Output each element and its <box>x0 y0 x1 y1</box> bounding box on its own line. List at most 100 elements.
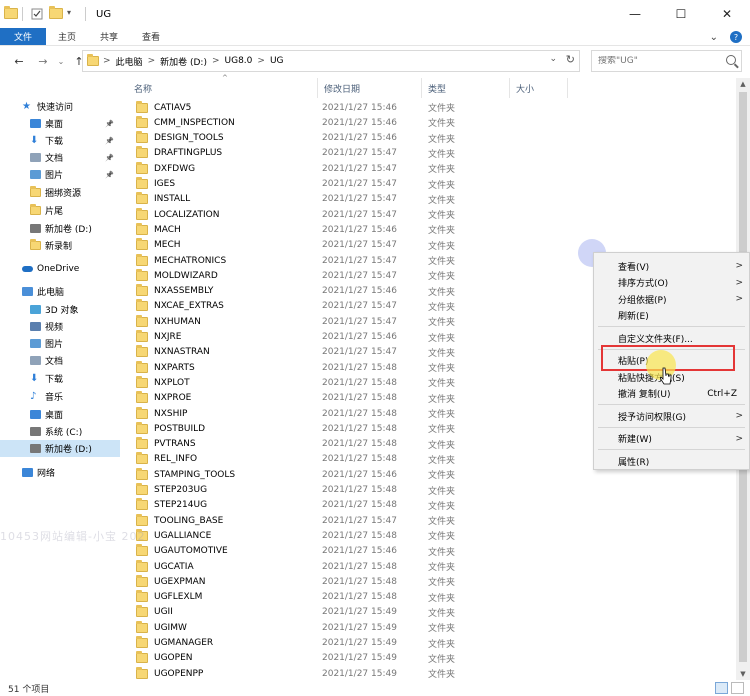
context-menu-item[interactable]: 分组依据(P) > <box>594 291 749 307</box>
context-menu-item[interactable]: 排序方式(O) > <box>594 275 749 291</box>
nav-item[interactable]: 新加卷 (D:) <box>0 220 120 237</box>
refresh-icon[interactable]: ↻ <box>566 53 575 66</box>
file-row[interactable]: DESIGN_TOOLS 2021/1/27 15:46 文件夹 <box>128 131 574 146</box>
nav-item[interactable]: 新录制 <box>0 237 120 254</box>
file-row[interactable]: UGFLEXLM 2021/1/27 15:48 文件夹 <box>128 590 574 605</box>
file-row[interactable]: NXJRE 2021/1/27 15:46 文件夹 <box>128 330 574 345</box>
search-input[interactable] <box>598 56 723 66</box>
nav-item[interactable]: OneDrive <box>0 260 120 277</box>
nav-item[interactable]: 新加卷 (D:) <box>0 440 120 457</box>
tab-file[interactable]: 文件 <box>0 28 47 45</box>
nav-item[interactable]: 网络 <box>0 464 120 481</box>
nav-item[interactable]: 捆绑资源 <box>0 184 120 201</box>
file-row[interactable]: STAMPING_TOOLS 2021/1/27 15:46 文件夹 <box>128 467 574 482</box>
scroll-up-icon[interactable]: ▲ <box>736 80 750 88</box>
column-size[interactable]: 大小 <box>510 78 568 98</box>
nav-item[interactable]: 视频 <box>0 318 120 335</box>
breadcrumb-ug[interactable]: UG <box>270 56 284 66</box>
context-menu-item[interactable]: 撤消 复制(U) Ctrl+Z <box>594 386 749 402</box>
file-row[interactable]: DRAFTINGPLUS 2021/1/27 15:47 文件夹 <box>128 146 574 161</box>
search-box[interactable] <box>591 50 742 72</box>
pin-icon[interactable]: 📌 <box>105 154 114 162</box>
recent-dropdown-icon[interactable]: ⌄ <box>52 57 70 66</box>
quick-access-dropdown-icon[interactable]: ▾ <box>67 8 81 20</box>
context-menu-item[interactable]: 自定义文件夹(F)... <box>594 330 749 346</box>
nav-item[interactable]: 图片 <box>0 335 120 352</box>
address-bar[interactable]: > 此电脑 > 新加卷 (D:) > UG8.0 > UG ⌄ ↻ <box>82 50 580 72</box>
tab-view[interactable]: 查看 <box>130 28 172 45</box>
new-folder-icon[interactable] <box>49 6 63 20</box>
nav-item[interactable]: 图片 📌 <box>0 166 120 183</box>
nav-item[interactable]: 3D 对象 <box>0 301 120 318</box>
nav-item[interactable]: ⬇ 下载 📌 <box>0 132 120 149</box>
forward-arrow-icon[interactable]: → <box>34 55 52 68</box>
nav-item[interactable]: ★ 快速访问 <box>0 98 120 115</box>
maximize-button[interactable]: ☐ <box>658 0 704 28</box>
file-row[interactable]: MOLDWIZARD 2021/1/27 15:47 文件夹 <box>128 268 574 283</box>
file-row[interactable]: MECH 2021/1/27 15:47 文件夹 <box>128 238 574 253</box>
nav-item[interactable]: ♪ 音乐 <box>0 388 120 405</box>
file-row[interactable]: REL_INFO 2021/1/27 15:48 文件夹 <box>128 452 574 467</box>
address-dropdown-icon[interactable]: ⌄ <box>549 54 557 64</box>
nav-item[interactable]: 文档 <box>0 352 120 369</box>
breadcrumb-this-pc[interactable]: 此电脑 <box>116 55 143 68</box>
file-row[interactable]: STEP203UG 2021/1/27 15:48 文件夹 <box>128 483 574 498</box>
file-row[interactable]: MACH 2021/1/27 15:46 文件夹 <box>128 222 574 237</box>
file-row[interactable]: UGAUTOMOTIVE 2021/1/27 15:46 文件夹 <box>128 544 574 559</box>
context-menu-item[interactable]: 属性(R) <box>594 453 749 469</box>
pin-icon[interactable]: 📌 <box>105 120 114 128</box>
context-menu-item[interactable]: 刷新(E) <box>594 308 749 324</box>
breadcrumb-ug80[interactable]: UG8.0 <box>225 56 253 66</box>
column-name[interactable]: 名称 <box>128 78 318 98</box>
file-row[interactable]: POSTBUILD 2021/1/27 15:48 文件夹 <box>128 421 574 436</box>
file-row[interactable]: MECHATRONICS 2021/1/27 15:47 文件夹 <box>128 253 574 268</box>
file-row[interactable]: CMM_INSPECTION 2021/1/27 15:46 文件夹 <box>128 115 574 130</box>
nav-item[interactable]: 桌面 📌 <box>0 115 120 132</box>
pin-icon[interactable]: 📌 <box>105 171 114 179</box>
nav-item[interactable]: 此电脑 <box>0 283 120 300</box>
help-icon[interactable]: ? <box>730 31 742 43</box>
file-row[interactable]: NXASSEMBLY 2021/1/27 15:46 文件夹 <box>128 284 574 299</box>
large-icons-view-icon[interactable] <box>731 682 744 694</box>
expand-ribbon-icon[interactable]: ⌄ <box>710 32 718 43</box>
file-row[interactable]: UGIMW 2021/1/27 15:49 文件夹 <box>128 620 574 635</box>
nav-item[interactable]: 文档 📌 <box>0 149 120 166</box>
file-row[interactable]: UGALLIANCE 2021/1/27 15:48 文件夹 <box>128 528 574 543</box>
file-row[interactable]: NXHUMAN 2021/1/27 15:47 文件夹 <box>128 314 574 329</box>
context-menu-item[interactable]: 查看(V) > <box>594 258 749 274</box>
context-menu-item[interactable]: 新建(W) > <box>594 431 749 447</box>
nav-item[interactable]: ⬇ 下载 <box>0 370 120 387</box>
minimize-button[interactable]: — <box>612 0 658 28</box>
column-type[interactable]: 类型 <box>422 78 510 98</box>
file-row[interactable]: NXCAE_EXTRAS 2021/1/27 15:47 文件夹 <box>128 299 574 314</box>
file-row[interactable]: IGES 2021/1/27 15:47 文件夹 <box>128 177 574 192</box>
file-row[interactable]: UGII 2021/1/27 15:49 文件夹 <box>128 605 574 620</box>
file-row[interactable]: UGOPENPP 2021/1/27 15:49 文件夹 <box>128 666 574 681</box>
file-row[interactable]: TOOLING_BASE 2021/1/27 15:47 文件夹 <box>128 513 574 528</box>
file-row[interactable]: INSTALL 2021/1/27 15:47 文件夹 <box>128 192 574 207</box>
file-row[interactable]: PVTRANS 2021/1/27 15:48 文件夹 <box>128 437 574 452</box>
file-row[interactable]: CATIAV5 2021/1/27 15:46 文件夹 <box>128 100 574 115</box>
back-arrow-icon[interactable]: ← <box>10 55 28 68</box>
tab-home[interactable]: 主页 <box>46 28 88 45</box>
breadcrumb-drive-d[interactable]: 新加卷 (D:) <box>160 55 207 68</box>
file-row[interactable]: UGOPEN 2021/1/27 15:49 文件夹 <box>128 651 574 666</box>
file-row[interactable]: DXFDWG 2021/1/27 15:47 文件夹 <box>128 161 574 176</box>
file-row[interactable]: NXPLOT 2021/1/27 15:48 文件夹 <box>128 375 574 390</box>
file-row[interactable]: LOCALIZATION 2021/1/27 15:47 文件夹 <box>128 207 574 222</box>
column-date[interactable]: 修改日期 <box>318 78 422 98</box>
scroll-down-icon[interactable]: ▼ <box>736 670 750 678</box>
file-row[interactable]: STEP214UG 2021/1/27 15:48 文件夹 <box>128 498 574 513</box>
tab-share[interactable]: 共享 <box>88 28 130 45</box>
pin-icon[interactable]: 📌 <box>105 137 114 145</box>
file-row[interactable]: NXNASTRAN 2021/1/27 15:47 文件夹 <box>128 345 574 360</box>
file-row[interactable]: UGMANAGER 2021/1/27 15:49 文件夹 <box>128 636 574 651</box>
file-row[interactable]: UGCATIA 2021/1/27 15:48 文件夹 <box>128 559 574 574</box>
context-menu-item[interactable]: 授予访问权限(G) > <box>594 408 749 424</box>
file-row[interactable]: NXPROE 2021/1/27 15:48 文件夹 <box>128 391 574 406</box>
search-icon[interactable] <box>726 55 736 65</box>
file-row[interactable]: NXPARTS 2021/1/27 15:48 文件夹 <box>128 360 574 375</box>
close-button[interactable]: ✕ <box>704 0 750 28</box>
details-view-icon[interactable] <box>715 682 728 694</box>
file-row[interactable]: UGEXPMAN 2021/1/27 15:48 文件夹 <box>128 574 574 589</box>
